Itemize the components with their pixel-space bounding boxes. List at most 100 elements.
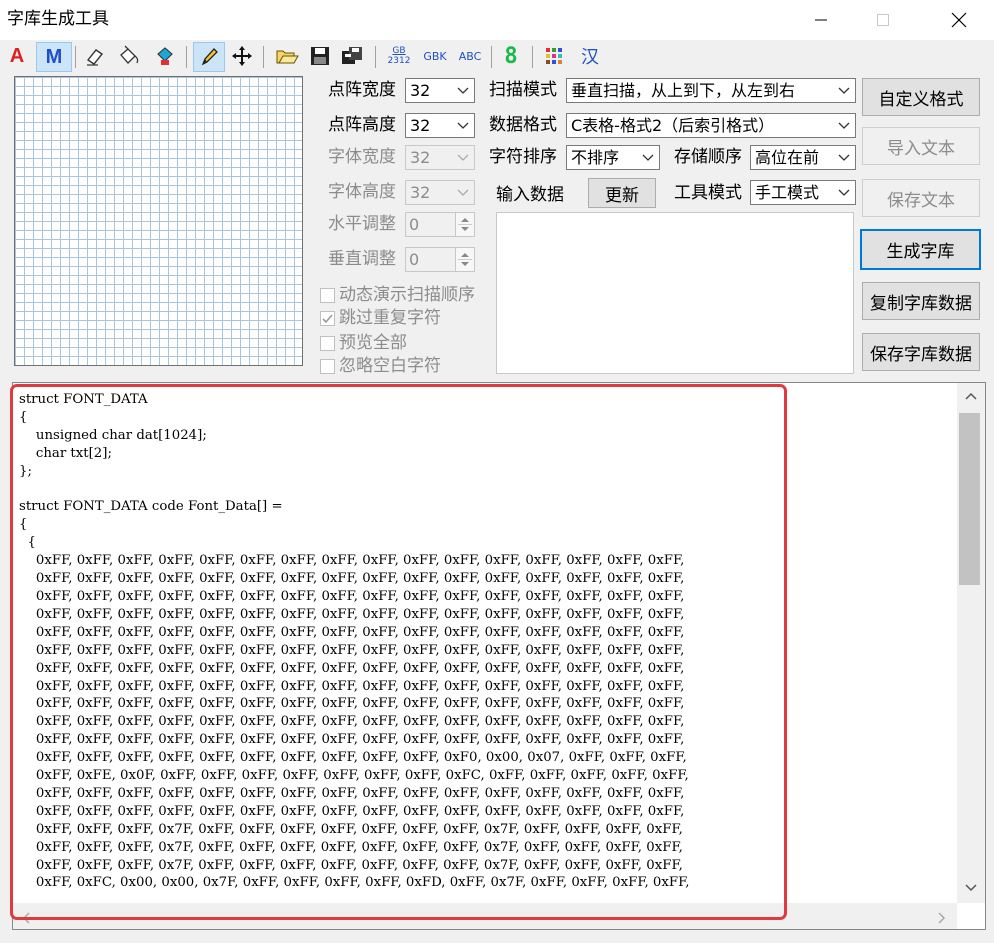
store-order-label: 存储顺序 bbox=[674, 147, 742, 167]
chevron-down-icon bbox=[455, 114, 471, 137]
font-a-button[interactable]: A bbox=[6, 42, 28, 70]
save-text-button[interactable]: 保存文本 bbox=[862, 179, 980, 217]
spin-arrows-icon[interactable] bbox=[455, 212, 475, 237]
save-disk-icon bbox=[311, 47, 329, 65]
save-as-button[interactable] bbox=[338, 42, 368, 70]
open-folder-icon bbox=[276, 50, 299, 64]
code-line: { bbox=[19, 409, 28, 425]
code-line: 0xFF, 0xFF, 0xFF, 0x7F, 0xFF, 0xFF, 0xFF… bbox=[19, 821, 683, 837]
save-multiple-icon bbox=[342, 47, 362, 64]
scan-mode-value: 垂直扫描，从上到下，从左到右 bbox=[571, 81, 796, 100]
font-height-value: 32 bbox=[410, 183, 431, 202]
dot-width-value: 32 bbox=[410, 81, 431, 100]
dot-width-select[interactable]: 32 bbox=[405, 78, 475, 103]
dot-width-label: 点阵宽度 bbox=[328, 80, 396, 100]
code-line: 0xFF, 0xFF, 0xFF, 0xFF, 0xFF, 0xFF, 0xFF… bbox=[19, 588, 685, 604]
code-line: 0xFF, 0xFF, 0xFF, 0xFF, 0xFF, 0xFF, 0xFF… bbox=[19, 696, 685, 712]
pencil-button[interactable] bbox=[193, 42, 225, 72]
copy-font-data-button[interactable]: 复制字库数据 bbox=[862, 282, 980, 320]
scroll-left-icon[interactable] bbox=[21, 911, 31, 925]
abc-icon: ABC bbox=[458, 49, 482, 63]
scroll-down-icon[interactable] bbox=[964, 883, 978, 893]
abc-button[interactable]: ABC bbox=[453, 42, 487, 70]
gbk-button[interactable]: GBK bbox=[418, 42, 452, 70]
char-sort-label: 字符排序 bbox=[489, 147, 557, 167]
close-button[interactable] bbox=[934, 0, 984, 40]
eraser-button[interactable] bbox=[82, 42, 108, 70]
paint-bucket-icon bbox=[120, 45, 139, 64]
code-line: 0xFF, 0xFF, 0xFF, 0xFF, 0xFF, 0xFF, 0xFF… bbox=[19, 624, 685, 640]
spin-arrows-icon[interactable] bbox=[455, 247, 475, 272]
toolbar-separator bbox=[186, 46, 187, 68]
gb2312-icon-top: GB bbox=[392, 46, 406, 56]
output-code-textarea[interactable]: struct FONT_DATA { unsigned char dat[1024… bbox=[12, 382, 986, 930]
gb2312-button[interactable]: GB 2312 bbox=[384, 42, 414, 70]
color-grid-button[interactable] bbox=[541, 42, 567, 70]
move-arrows-icon bbox=[232, 46, 252, 66]
scroll-up-icon[interactable] bbox=[964, 391, 978, 401]
v-adjust-value: 0 bbox=[409, 250, 420, 269]
code-line: struct FONT_DATA code Font_Data[] = bbox=[19, 499, 283, 515]
v-adjust-spinner[interactable]: 0 bbox=[405, 247, 475, 272]
h-adjust-value: 0 bbox=[409, 215, 420, 234]
segment-display-button[interactable]: 8 bbox=[500, 42, 522, 70]
font-width-select[interactable]: 32 bbox=[405, 145, 475, 170]
gbk-icon: GBK bbox=[423, 49, 447, 63]
open-button[interactable] bbox=[272, 42, 302, 70]
preview-all-checkbox[interactable]: 预览全部 bbox=[320, 332, 407, 354]
code-line: 0xFF, 0xFC, 0x00, 0x00, 0x7F, 0xFF, 0xFF… bbox=[19, 875, 690, 891]
custom-format-button[interactable]: 自定义格式 bbox=[862, 78, 980, 116]
close-icon bbox=[951, 12, 967, 28]
maximize-icon bbox=[877, 14, 889, 26]
store-order-select[interactable]: 高位在前 bbox=[750, 145, 856, 170]
toolbar-separator bbox=[375, 46, 376, 68]
color-fill-button[interactable] bbox=[150, 42, 180, 70]
char-sort-select[interactable]: 不排序 bbox=[566, 145, 660, 170]
toolbar: A M GB 2312 GBK ABC 8 汉 bbox=[0, 40, 994, 72]
vertical-scrollbar[interactable] bbox=[957, 383, 985, 903]
maximize-button[interactable] bbox=[858, 0, 908, 40]
update-button[interactable]: 更新 bbox=[588, 178, 656, 208]
code-line: 0xFF, 0xFF, 0xFF, 0xFF, 0xFF, 0xFF, 0xFF… bbox=[19, 606, 685, 622]
code-line: 0xFF, 0xFF, 0xFF, 0xFF, 0xFF, 0xFF, 0xFF… bbox=[19, 553, 685, 569]
dot-matrix-grid[interactable] bbox=[14, 76, 303, 366]
minimize-button[interactable] bbox=[796, 0, 846, 40]
fill-bucket-button[interactable] bbox=[114, 42, 144, 70]
import-text-button[interactable]: 导入文本 bbox=[862, 127, 980, 165]
generate-font-button[interactable]: 生成字库 bbox=[860, 229, 981, 270]
save-font-data-button[interactable]: 保存字库数据 bbox=[862, 333, 980, 371]
skip-duplicate-checkbox[interactable]: 跳过重复字符 bbox=[320, 307, 441, 329]
move-button[interactable] bbox=[228, 42, 256, 70]
font-height-select[interactable]: 32 bbox=[405, 180, 475, 205]
color-grid-icon bbox=[546, 48, 562, 64]
vertical-scroll-thumb[interactable] bbox=[959, 413, 980, 585]
chevron-down-icon bbox=[455, 79, 471, 102]
checkbox-box bbox=[320, 335, 335, 351]
font-width-label: 字体宽度 bbox=[328, 147, 396, 167]
ignore-blank-label: 忽略空白字符 bbox=[339, 356, 441, 376]
scan-mode-select[interactable]: 垂直扫描，从上到下，从左到右 bbox=[566, 78, 856, 103]
color-fill-icon bbox=[157, 47, 173, 65]
data-format-select[interactable]: C表格-格式2（后索引格式） bbox=[566, 113, 856, 138]
font-m-button[interactable]: M bbox=[36, 42, 72, 72]
horizontal-scrollbar[interactable] bbox=[13, 903, 957, 929]
h-adjust-spinner[interactable]: 0 bbox=[405, 212, 475, 237]
pencil-icon bbox=[201, 48, 218, 66]
tool-mode-select[interactable]: 手工模式 bbox=[750, 180, 856, 205]
preview-all-label: 预览全部 bbox=[339, 333, 407, 353]
animate-scan-checkbox[interactable]: 动态演示扫描顺序 bbox=[320, 284, 475, 306]
save-button[interactable] bbox=[306, 42, 334, 70]
input-data-textarea[interactable] bbox=[496, 212, 854, 374]
ignore-blank-checkbox[interactable]: 忽略空白字符 bbox=[320, 355, 441, 377]
scroll-right-icon[interactable] bbox=[937, 911, 947, 925]
toolbar-separator bbox=[75, 46, 76, 68]
chinese-char-button[interactable]: 汉 bbox=[576, 42, 604, 70]
chevron-down-icon bbox=[836, 79, 852, 102]
toolbar-separator bbox=[263, 46, 264, 68]
gb2312-icon-bottom: 2312 bbox=[387, 56, 411, 66]
dot-height-select[interactable]: 32 bbox=[405, 113, 475, 138]
code-line: 0xFF, 0xFF, 0xFF, 0xFF, 0xFF, 0xFF, 0xFF… bbox=[19, 678, 685, 694]
store-order-value: 高位在前 bbox=[755, 148, 820, 167]
code-line: 0xFF, 0xFF, 0xFF, 0xFF, 0xFF, 0xFF, 0xFF… bbox=[19, 642, 685, 658]
